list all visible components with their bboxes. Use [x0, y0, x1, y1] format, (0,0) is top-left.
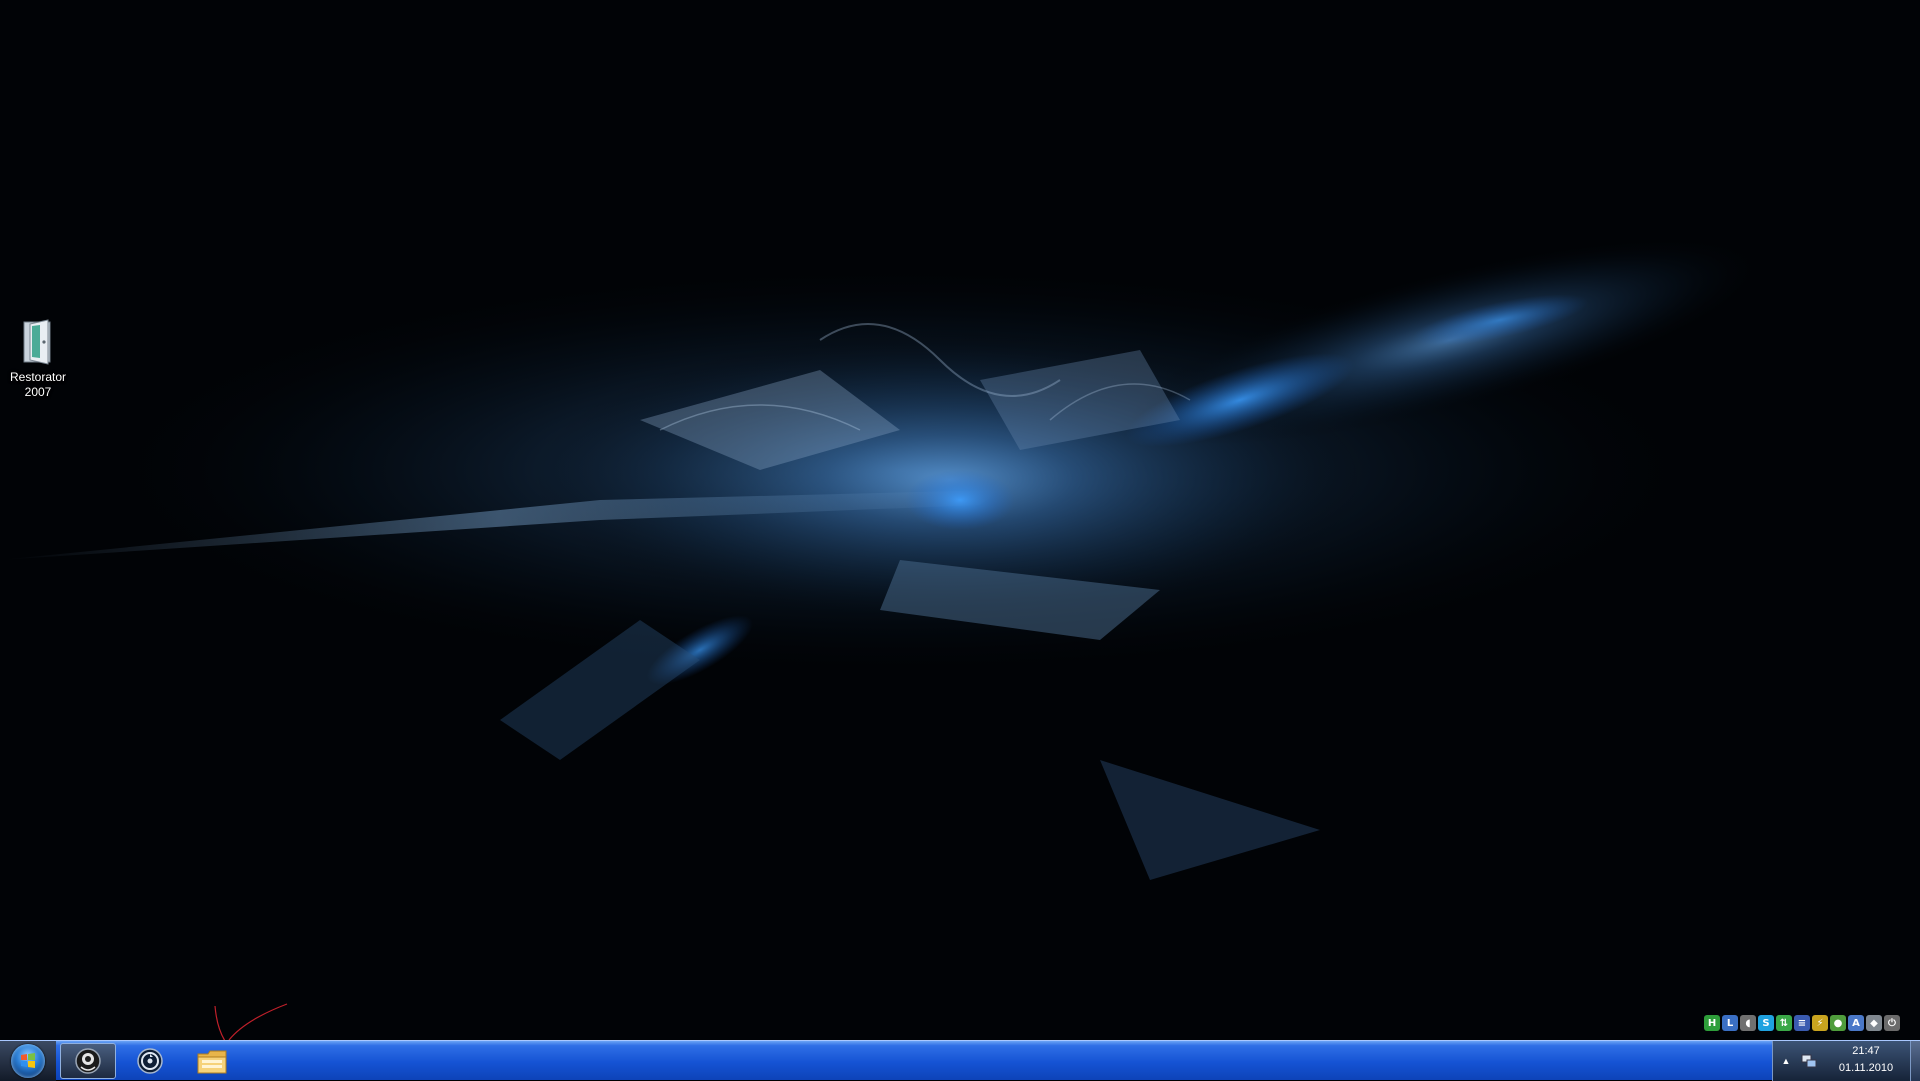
taskbar: ▲ 21:47 01.11.2010	[0, 1040, 1920, 1081]
desktop: Restorator 2007 H L ◖ S ⇅ ≡ ⚡ ● A ◆ ⏻	[0, 0, 1920, 1040]
clock-time: 21:47	[1852, 1045, 1880, 1057]
network-icon[interactable]	[1801, 1053, 1817, 1069]
window-app-icon[interactable]: L	[1722, 1015, 1738, 1031]
taskbar-button-media-player[interactable]	[60, 1043, 116, 1079]
shield-green-icon[interactable]: ●	[1830, 1015, 1846, 1031]
sync-green-icon[interactable]: ⇅	[1776, 1015, 1792, 1031]
h-app-icon[interactable]: H	[1704, 1015, 1720, 1031]
file-explorer-icon	[197, 1050, 227, 1074]
security-shield-icon[interactable]: ◆	[1866, 1015, 1882, 1031]
sync-app-icon	[137, 1048, 163, 1074]
media-player-icon	[75, 1048, 101, 1074]
notification-area: ▲ 21:47 01.11.2010	[1772, 1041, 1920, 1081]
desktop-icon-label: Restorator 2007	[9, 370, 67, 399]
skype-icon[interactable]: S	[1758, 1015, 1774, 1031]
taskbar-button-file-explorer[interactable]	[184, 1043, 240, 1079]
start-button[interactable]	[0, 1041, 56, 1081]
power-icon[interactable]: ⏻	[1884, 1015, 1900, 1031]
show-hidden-icons-arrow-icon[interactable]: ▲	[1779, 1054, 1793, 1068]
taskbar-button-sync-app[interactable]	[122, 1043, 178, 1079]
restorator-door-icon	[23, 319, 51, 365]
language-flag-icon[interactable]: ≡	[1794, 1015, 1810, 1031]
windows-orb-icon	[11, 1044, 45, 1078]
abstract-wallpaper	[0, 235, 1771, 880]
tray-overflow-icons: H L ◖ S ⇅ ≡ ⚡ ● A ◆ ⏻	[1704, 1013, 1900, 1033]
speaker-icon[interactable]: ◖	[1740, 1015, 1756, 1031]
desktop-icon-restorator[interactable]: Restorator 2007	[4, 318, 72, 400]
show-desktop-button[interactable]	[1910, 1041, 1920, 1081]
antivirus-icon[interactable]: A	[1848, 1015, 1864, 1031]
clock-date: 01.11.2010	[1838, 1062, 1894, 1074]
download-icon[interactable]: ⚡	[1812, 1015, 1828, 1031]
clock[interactable]: 21:47 01.11.2010	[1826, 1043, 1906, 1077]
